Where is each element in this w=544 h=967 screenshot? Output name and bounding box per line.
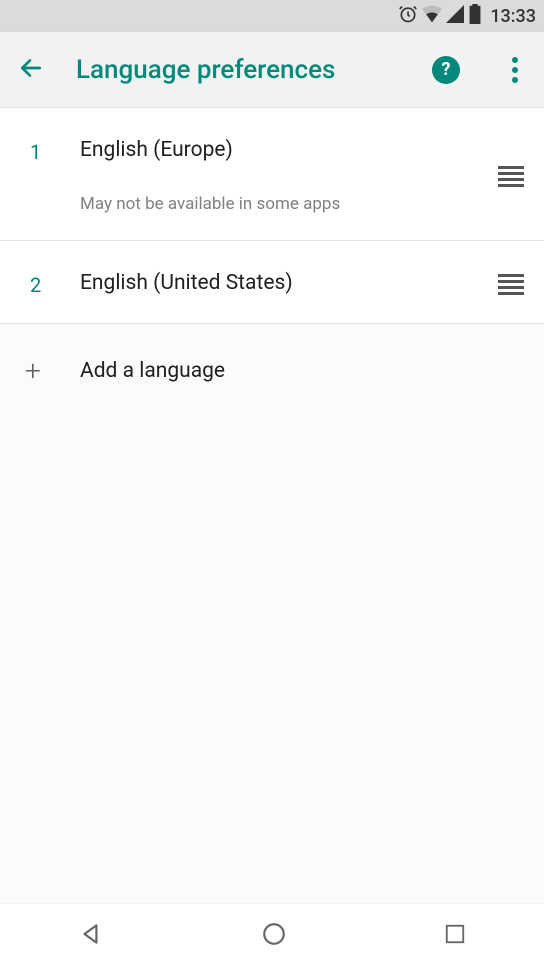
nav-home-icon[interactable] [261, 921, 287, 951]
language-row[interactable]: 1 English (Europe) May not be available … [0, 108, 544, 241]
content-area: 1 English (Europe) May not be available … [0, 108, 544, 903]
add-language-button[interactable]: + Add a language [0, 324, 544, 417]
add-language-label: Add a language [80, 359, 225, 383]
status-time: 13:33 [490, 6, 536, 27]
wifi-icon [422, 5, 442, 28]
language-row[interactable]: 2 English (United States) [0, 241, 544, 324]
language-name: English (United States) [80, 271, 498, 295]
alarm-icon [398, 4, 418, 29]
language-subtitle: May not be available in some apps [80, 194, 498, 214]
page-title: Language preferences [76, 55, 400, 85]
nav-recent-icon[interactable] [444, 923, 466, 949]
drag-handle-icon[interactable] [498, 274, 524, 295]
battery-icon [468, 4, 482, 29]
language-index: 2 [20, 271, 80, 297]
language-index: 1 [20, 138, 80, 164]
language-name: English (Europe) [80, 138, 498, 162]
more-options-icon[interactable] [504, 53, 526, 87]
drag-handle-icon[interactable] [498, 166, 524, 187]
navigation-bar [0, 903, 544, 967]
nav-back-icon[interactable] [78, 921, 104, 951]
status-bar: 13:33 [0, 0, 544, 32]
help-icon[interactable]: ? [432, 56, 460, 84]
cellular-icon [446, 5, 464, 28]
plus-icon: + [20, 354, 80, 387]
app-bar: Language preferences ? [0, 32, 544, 108]
back-icon[interactable] [18, 55, 44, 85]
